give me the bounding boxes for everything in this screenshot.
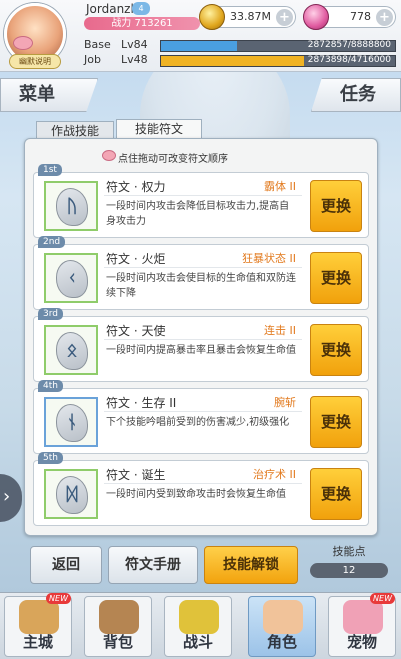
rune-stone-icon: ᚾ <box>56 404 88 442</box>
rune-name: 符文 · 天使 <box>106 324 166 338</box>
nav-item[interactable]: 背包 <box>84 596 152 657</box>
job-level: Lv48 <box>121 53 148 66</box>
rune-name: 符文 · 火炬 <box>106 252 166 266</box>
rune-name: 符文 · 生存 II <box>106 396 177 410</box>
back-button[interactable]: 返回 <box>30 546 102 584</box>
rune-description: 一段时间内攻击会降低目标攻击力,提高自身攻击力 <box>106 201 290 227</box>
pig-icon <box>102 150 116 161</box>
rune-manual-button[interactable]: 符文手册 <box>108 546 198 584</box>
rune-effect-tag: 连击 II <box>264 324 296 337</box>
gem-resource: 778 + <box>303 4 396 30</box>
rune-effect-tag: 腕斩 <box>274 396 296 409</box>
skill-points-value: 12 <box>310 563 388 578</box>
gold-value: 33.87M <box>230 10 271 23</box>
nav-icon <box>99 600 139 634</box>
nav-icon <box>343 600 383 634</box>
swap-rune-button[interactable]: 更换 <box>310 180 362 232</box>
rune-description: 下个技能吟唱前受到的伤害减少,初级强化 <box>106 417 290 428</box>
gem-icon <box>303 4 329 30</box>
rune-rank: 2nd <box>38 236 66 248</box>
rune-rank: 4th <box>38 380 63 392</box>
job-xp-fill <box>161 56 304 66</box>
rune-stone-icon: ᛞ <box>56 476 88 514</box>
base-xp-fill <box>161 41 237 51</box>
rune-card[interactable]: 4th ᚾ 符文 · 生存 II 腕斩 下个技能吟唱前受到的伤害减少,初级强化 … <box>33 380 369 454</box>
rune-stone-icon: ᚢ <box>56 188 88 226</box>
rune-effect-tag: 狂暴状态 II <box>242 252 296 265</box>
rune-name: 符文 · 诞生 <box>106 468 166 482</box>
rune-card[interactable]: 3rd ᛟ 符文 · 天使 连击 II 一段时间内提高暴击率且暴击会恢复生命值 … <box>33 308 369 382</box>
rune-rank: 5th <box>38 452 63 464</box>
avatar-tag[interactable]: 幽默说明 <box>9 54 61 69</box>
vip-badge-icon: 4 <box>132 2 150 15</box>
swap-rune-button[interactable]: 更换 <box>310 396 362 448</box>
base-xp-text: 2872857/8888800 <box>307 40 391 50</box>
rune-card[interactable]: 5th ᛞ 符文 · 诞生 治疗术 II 一段时间内受到致命攻击时会恢复生命值 … <box>33 452 369 526</box>
gold-resource: 33.87M + <box>199 4 296 30</box>
nav-icon <box>263 600 303 634</box>
task-button[interactable]: 任务 <box>311 78 401 112</box>
add-gold-button[interactable]: + <box>276 9 293 26</box>
drag-hint: 点住拖动可改变符文顺序 <box>118 154 228 165</box>
swap-rune-button[interactable]: 更换 <box>310 252 362 304</box>
menu-button[interactable]: 菜单 <box>0 78 98 112</box>
divider <box>104 339 302 340</box>
rune-slot[interactable]: ᛟ <box>44 325 98 375</box>
divider <box>104 195 302 196</box>
rune-slot[interactable]: ᚾ <box>44 397 98 447</box>
rune-description: 一段时间内受到致命攻击时会恢复生命值 <box>106 489 286 500</box>
gem-value: 778 <box>350 10 371 23</box>
skill-points: 技能点 12 <box>304 543 394 583</box>
nav-icon <box>179 600 219 634</box>
rune-name: 符文 · 权力 <box>106 180 166 194</box>
base-label: Base <box>84 38 111 51</box>
top-status-bar: 幽默说明 Jordanzl 4 战力 713261 33.87M + 778 +… <box>0 0 401 72</box>
nav-label: 角色 <box>266 633 297 651</box>
combat-power: 战力 713261 <box>84 17 200 30</box>
base-xp-bar: 2872857/8888800 <box>160 40 396 52</box>
job-xp-bar: 2873898/4716000 <box>160 55 396 67</box>
rune-description: 一段时间内攻击会使目标的生命值和双防连续下降 <box>106 273 296 299</box>
skill-unlock-button[interactable]: 技能解锁 <box>204 546 298 584</box>
rune-slot[interactable]: ᚲ <box>44 253 98 303</box>
divider <box>104 267 302 268</box>
gold-coin-icon <box>199 4 225 30</box>
nav-label: 战斗 <box>182 633 213 651</box>
nav-item[interactable]: 战斗 <box>164 596 232 657</box>
pig-icon <box>13 36 33 50</box>
divider <box>104 483 302 484</box>
rune-rank: 3rd <box>38 308 63 320</box>
rune-description: 一段时间内提高暴击率且暴击会恢复生命值 <box>106 345 296 356</box>
rune-effect-tag: 治疗术 II <box>253 468 296 481</box>
rune-stone-icon: ᚲ <box>56 260 88 298</box>
player-name: Jordanzl <box>86 2 134 16</box>
new-badge: NEW <box>46 593 71 604</box>
swap-rune-button[interactable]: 更换 <box>310 324 362 376</box>
new-badge: NEW <box>370 593 395 604</box>
rune-card[interactable]: 1st ᚢ 符文 · 权力 霸体 II 一段时间内攻击会降低目标攻击力,提高自身… <box>33 164 369 238</box>
nav-label: 背包 <box>102 633 133 651</box>
side-expand-button[interactable]: › <box>0 474 22 522</box>
nav-item[interactable]: 角色 <box>248 596 316 657</box>
job-xp-text: 2873898/4716000 <box>307 55 391 65</box>
rune-stone-icon: ᛟ <box>56 332 88 370</box>
base-level: Lv84 <box>121 38 148 51</box>
nav-icon <box>19 600 59 634</box>
add-gem-button[interactable]: + <box>376 9 393 26</box>
swap-rune-button[interactable]: 更换 <box>310 468 362 520</box>
rune-card[interactable]: 2nd ᚲ 符文 · 火炬 狂暴状态 II 一段时间内攻击会使目标的生命值和双防… <box>33 236 369 310</box>
rune-slot[interactable]: ᚢ <box>44 181 98 231</box>
skill-points-label: 技能点 <box>332 545 366 558</box>
job-label: Job <box>84 53 101 66</box>
nav-label: 宠物 <box>346 633 377 651</box>
nav-label: 主城 <box>22 633 53 651</box>
rune-rank: 1st <box>38 164 62 176</box>
rune-slot[interactable]: ᛞ <box>44 469 98 519</box>
divider <box>104 411 302 412</box>
rune-effect-tag: 霸体 II <box>264 180 296 193</box>
nav-item[interactable]: 宠物 NEW <box>328 593 396 657</box>
nav-item[interactable]: 主城 NEW <box>4 593 72 657</box>
